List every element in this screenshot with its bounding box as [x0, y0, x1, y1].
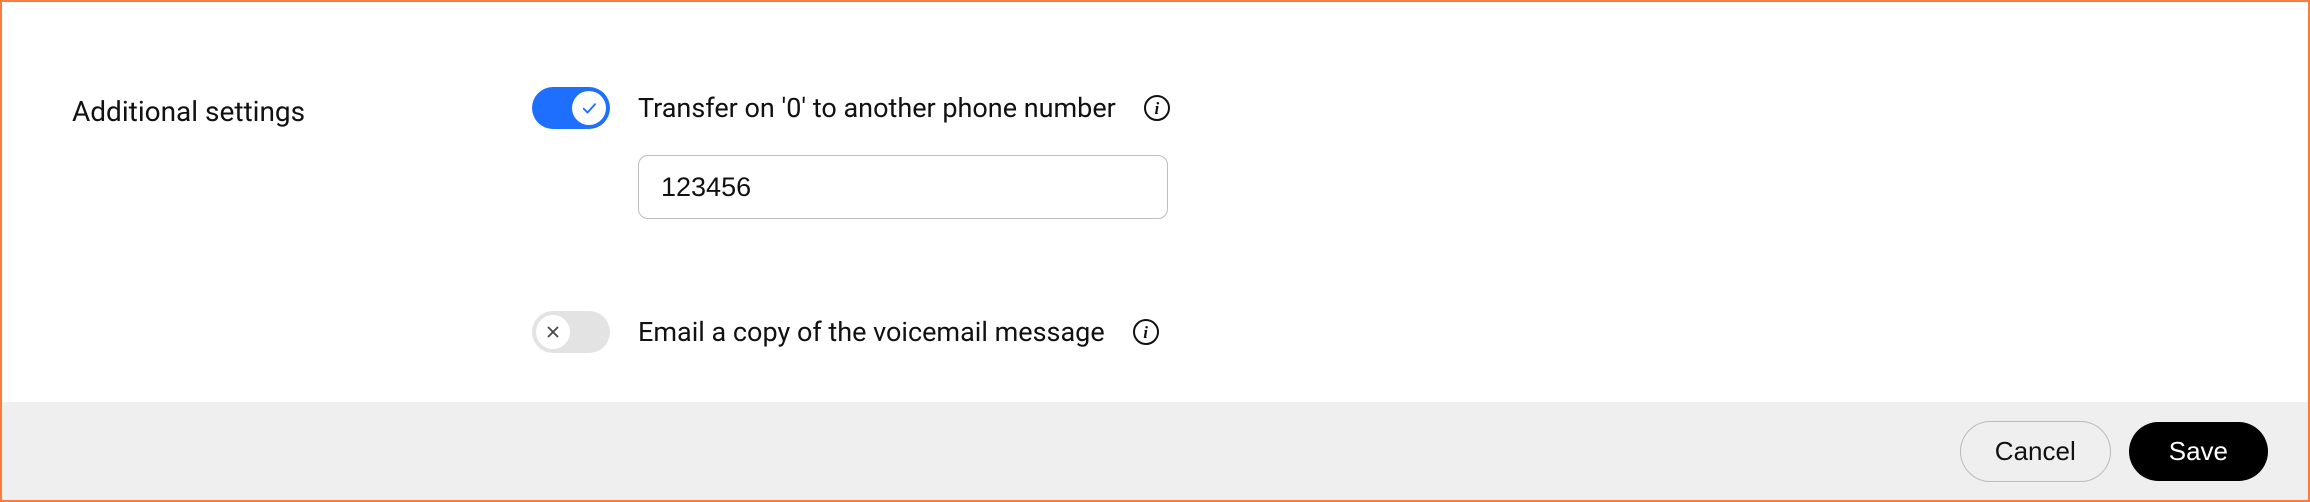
transfer-toggle[interactable]	[532, 87, 610, 129]
email-copy-toggle[interactable]	[532, 311, 610, 353]
email-copy-label: Email a copy of the voicemail message	[638, 316, 1105, 348]
cancel-button[interactable]: Cancel	[1960, 421, 2111, 482]
save-button[interactable]: Save	[2129, 422, 2268, 481]
settings-panel: Additional settings Transfer on '0' to a…	[0, 0, 2310, 502]
transfer-row: Transfer on '0' to another phone number …	[532, 87, 1170, 129]
info-icon[interactable]: i	[1133, 319, 1159, 345]
transfer-phone-input[interactable]	[638, 155, 1168, 219]
close-icon	[536, 315, 570, 349]
spacer	[532, 249, 1170, 281]
settings-content: Additional settings Transfer on '0' to a…	[2, 2, 2308, 402]
transfer-label: Transfer on '0' to another phone number	[638, 92, 1116, 124]
transfer-input-row	[638, 155, 1170, 219]
footer: Cancel Save	[2, 402, 2308, 500]
email-copy-row: Email a copy of the voicemail message i	[532, 311, 1170, 353]
check-icon	[572, 91, 606, 125]
section-title: Additional settings	[72, 87, 532, 372]
settings-column: Transfer on '0' to another phone number …	[532, 87, 1170, 372]
info-icon[interactable]: i	[1144, 95, 1170, 121]
